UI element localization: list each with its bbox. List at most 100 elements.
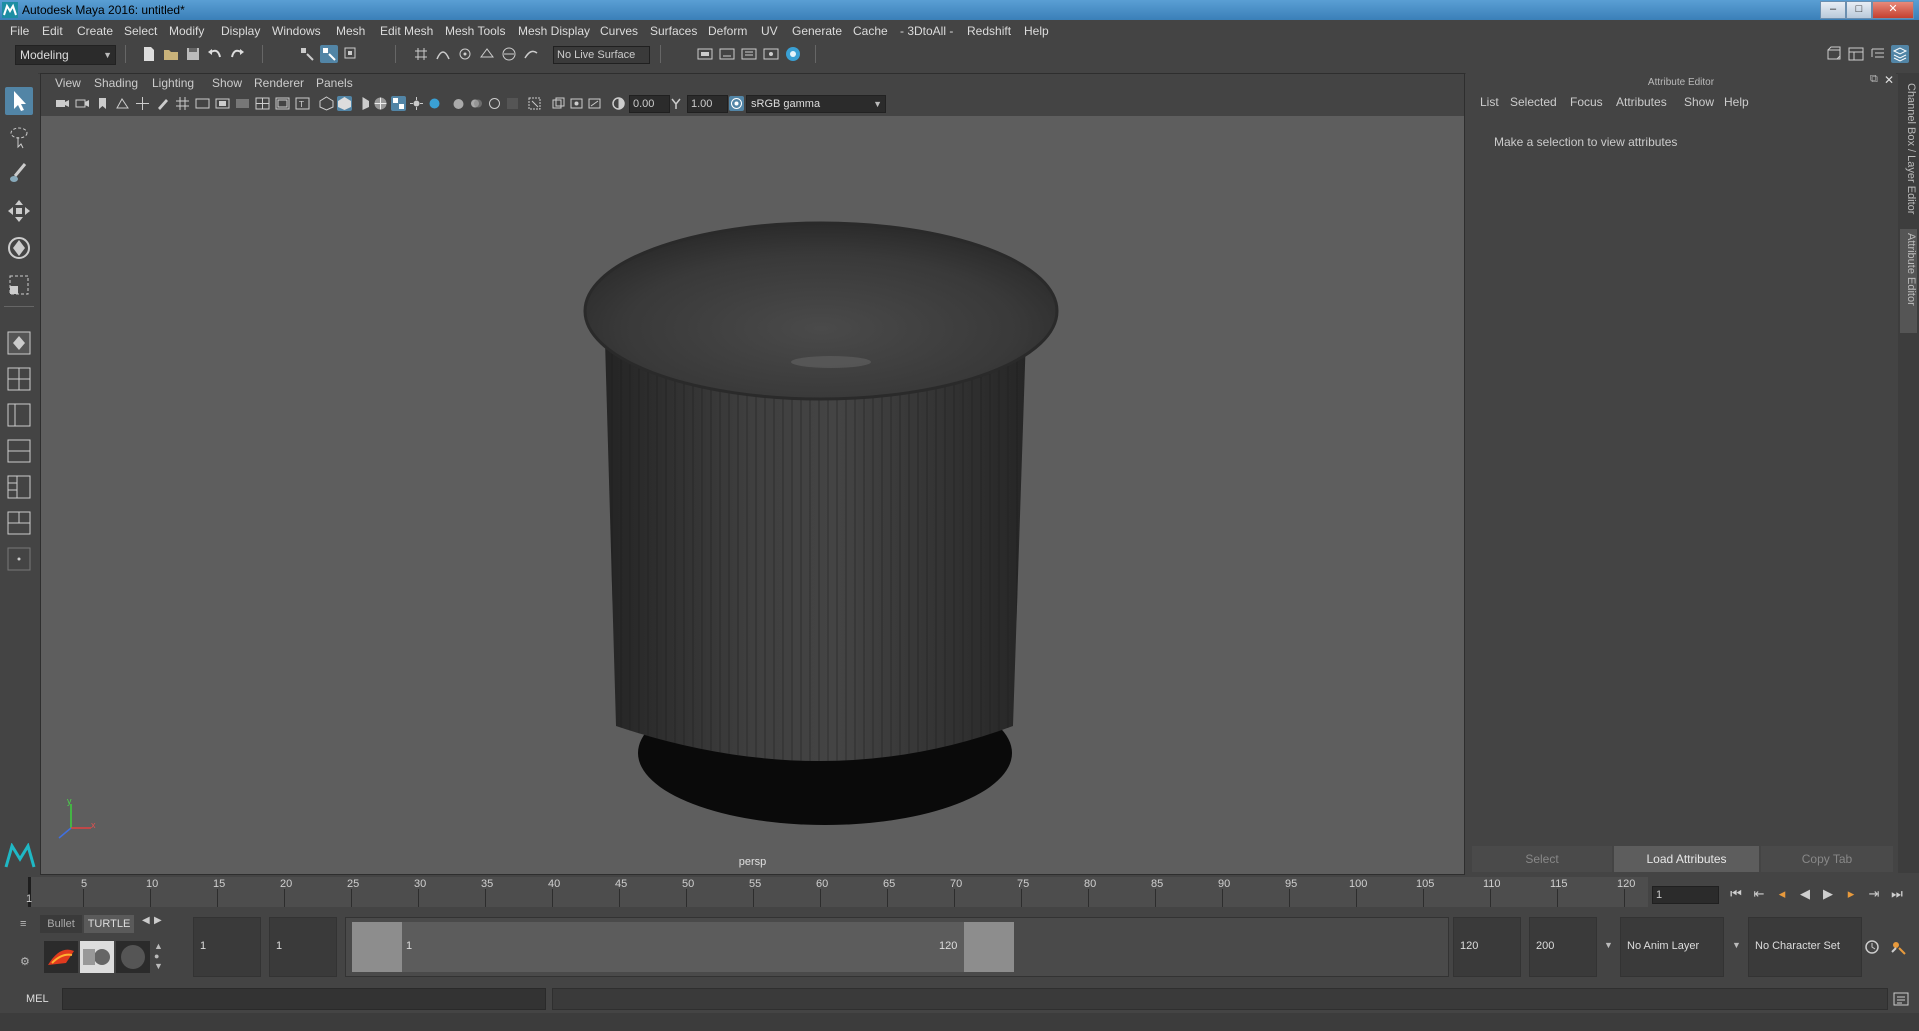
snap-surface-icon[interactable] (522, 45, 540, 63)
xray-components-icon[interactable] (587, 96, 602, 111)
hypershade-icon[interactable] (784, 45, 802, 63)
viewport-menu-renderer[interactable]: Renderer (254, 76, 304, 90)
chevron-down-icon[interactable]: ▼ (1604, 940, 1613, 950)
redo-icon[interactable] (228, 45, 246, 63)
menu-file[interactable]: File (10, 24, 29, 38)
render-frame-icon[interactable] (718, 45, 736, 63)
menu-mesh-tools[interactable]: Mesh Tools (445, 24, 505, 38)
range-bar[interactable] (402, 922, 997, 972)
render-view-icon[interactable] (696, 45, 714, 63)
menu-modify[interactable]: Modify (169, 24, 204, 38)
animation-preferences-icon[interactable] (1889, 938, 1907, 956)
attr-menu-help[interactable]: Help (1724, 95, 1749, 109)
chevron-right-icon[interactable]: ▶ (154, 915, 162, 926)
pouf-model[interactable] (583, 221, 1059, 825)
attr-menu-focus[interactable]: Focus (1570, 95, 1603, 109)
range-slider[interactable]: 1 120 (345, 917, 1449, 977)
step-forward-frame-icon[interactable]: ▸ (1843, 886, 1859, 902)
menu-edit-mesh[interactable]: Edit Mesh (380, 24, 433, 38)
attr-menu-list[interactable]: List (1480, 95, 1499, 109)
range-start-handle[interactable] (352, 922, 402, 972)
attr-menu-show[interactable]: Show (1684, 95, 1714, 109)
depth-of-field-icon[interactable] (505, 96, 520, 111)
save-scene-icon[interactable] (184, 45, 202, 63)
exposure-field[interactable]: 0.00 (629, 95, 670, 113)
default-material-icon[interactable] (355, 96, 370, 111)
undo-icon[interactable] (206, 45, 224, 63)
play-forwards-icon[interactable]: ▶ (1820, 886, 1836, 902)
menu-uv[interactable]: UV (761, 24, 778, 38)
lasso-tool-icon[interactable] (5, 123, 33, 151)
persp-hypershade-layout-icon[interactable] (5, 473, 33, 501)
menuset-dropdown[interactable]: Modeling ▼ (15, 45, 116, 65)
turtle-render-icon[interactable] (44, 941, 78, 973)
step-forward-key-icon[interactable]: ⇥ (1866, 886, 1882, 902)
exposure-icon[interactable] (611, 96, 626, 111)
shadows-icon[interactable] (427, 96, 442, 111)
step-back-key-icon[interactable]: ⇤ (1751, 886, 1767, 902)
float-panel-icon[interactable]: ⧉ (1870, 73, 1878, 86)
safe-action-icon[interactable] (275, 96, 290, 111)
select-object-icon[interactable] (320, 45, 338, 63)
grease-pencil-icon[interactable] (155, 96, 170, 111)
menu-create[interactable]: Create (77, 24, 113, 38)
ipr-render-icon[interactable] (740, 45, 758, 63)
menu-mesh[interactable]: Mesh (336, 24, 365, 38)
render-settings-icon[interactable] (762, 45, 780, 63)
script-editor-icon[interactable] (1893, 991, 1909, 1007)
command-input[interactable] (62, 988, 546, 1010)
color-management-icon[interactable] (729, 96, 744, 111)
film-gate-icon[interactable] (195, 96, 210, 111)
turtle-bake-icon[interactable] (116, 941, 150, 973)
gamma-icon[interactable] (669, 96, 684, 111)
motion-blur-icon[interactable] (469, 96, 484, 111)
script-language-label[interactable]: MEL (26, 993, 49, 1005)
chevron-down-icon[interactable]: ▼ (1732, 940, 1741, 950)
playback-end-field[interactable]: 120 (1453, 917, 1521, 977)
select-hierarchy-icon[interactable] (298, 45, 316, 63)
shelf-menu-icon[interactable]: ≡ (20, 918, 34, 932)
playback-start-field[interactable]: 1 (269, 917, 337, 977)
viewport-menu-lighting[interactable]: Lighting (152, 76, 194, 90)
outliner-icon[interactable] (1869, 45, 1887, 63)
open-scene-icon[interactable] (162, 45, 180, 63)
view-transform-dropdown[interactable]: sRGB gamma ▼ (746, 95, 886, 113)
minimize-button[interactable]: – (1820, 1, 1846, 19)
persp-outliner-layout-icon[interactable] (5, 401, 33, 429)
menu-redshift[interactable]: Redshift (967, 24, 1011, 38)
attribute-editor-tab[interactable]: Attribute Editor (1900, 229, 1917, 333)
go-to-start-icon[interactable]: ⏮ (1728, 886, 1744, 902)
load-attributes-button[interactable]: Load Attributes (1614, 846, 1759, 872)
character-set-dropdown[interactable]: No Character Set (1748, 917, 1862, 977)
viewport-menu-panels[interactable]: Panels (316, 76, 353, 90)
channel-box-toggle-icon[interactable] (1891, 45, 1909, 63)
move-tool-icon[interactable] (5, 197, 33, 225)
screen-space-ao-icon[interactable] (451, 96, 466, 111)
go-to-end-icon[interactable]: ⏭ (1889, 886, 1905, 902)
gate-mask-icon[interactable] (235, 96, 250, 111)
camera-select-icon[interactable] (55, 96, 70, 111)
viewport-menu-view[interactable]: View (55, 76, 81, 90)
textured-icon[interactable] (391, 96, 406, 111)
menu-help[interactable]: Help (1024, 24, 1049, 38)
snap-grid-icon[interactable] (412, 45, 430, 63)
menu-display[interactable]: Display (221, 24, 260, 38)
auto-key-icon[interactable] (1863, 938, 1881, 956)
channel-box-tab[interactable]: Channel Box / Layer Editor (1900, 83, 1917, 223)
viewport-menu-show[interactable]: Show (212, 76, 242, 90)
animation-end-field[interactable]: 200 (1529, 917, 1597, 977)
make-live-icon[interactable] (500, 45, 518, 63)
menu-deform[interactable]: Deform (708, 24, 747, 38)
menu-surfaces[interactable]: Surfaces (650, 24, 697, 38)
single-perspective-view-icon[interactable] (5, 329, 33, 357)
isolate-select-icon[interactable] (527, 96, 542, 111)
menu-generate[interactable]: Generate (792, 24, 842, 38)
maximize-button[interactable]: □ (1846, 1, 1872, 19)
bookmark-icon[interactable] (95, 96, 110, 111)
copy-tab-button[interactable]: Copy Tab (1761, 846, 1893, 872)
play-backwards-icon[interactable]: ◀ (1797, 886, 1813, 902)
more-layouts-icon[interactable] (5, 545, 33, 573)
maya-home-icon[interactable] (4, 843, 36, 869)
animation-start-field[interactable]: 1 (193, 917, 261, 977)
shelf-scroll-icon[interactable]: ▲ ● ▼ (154, 941, 163, 971)
